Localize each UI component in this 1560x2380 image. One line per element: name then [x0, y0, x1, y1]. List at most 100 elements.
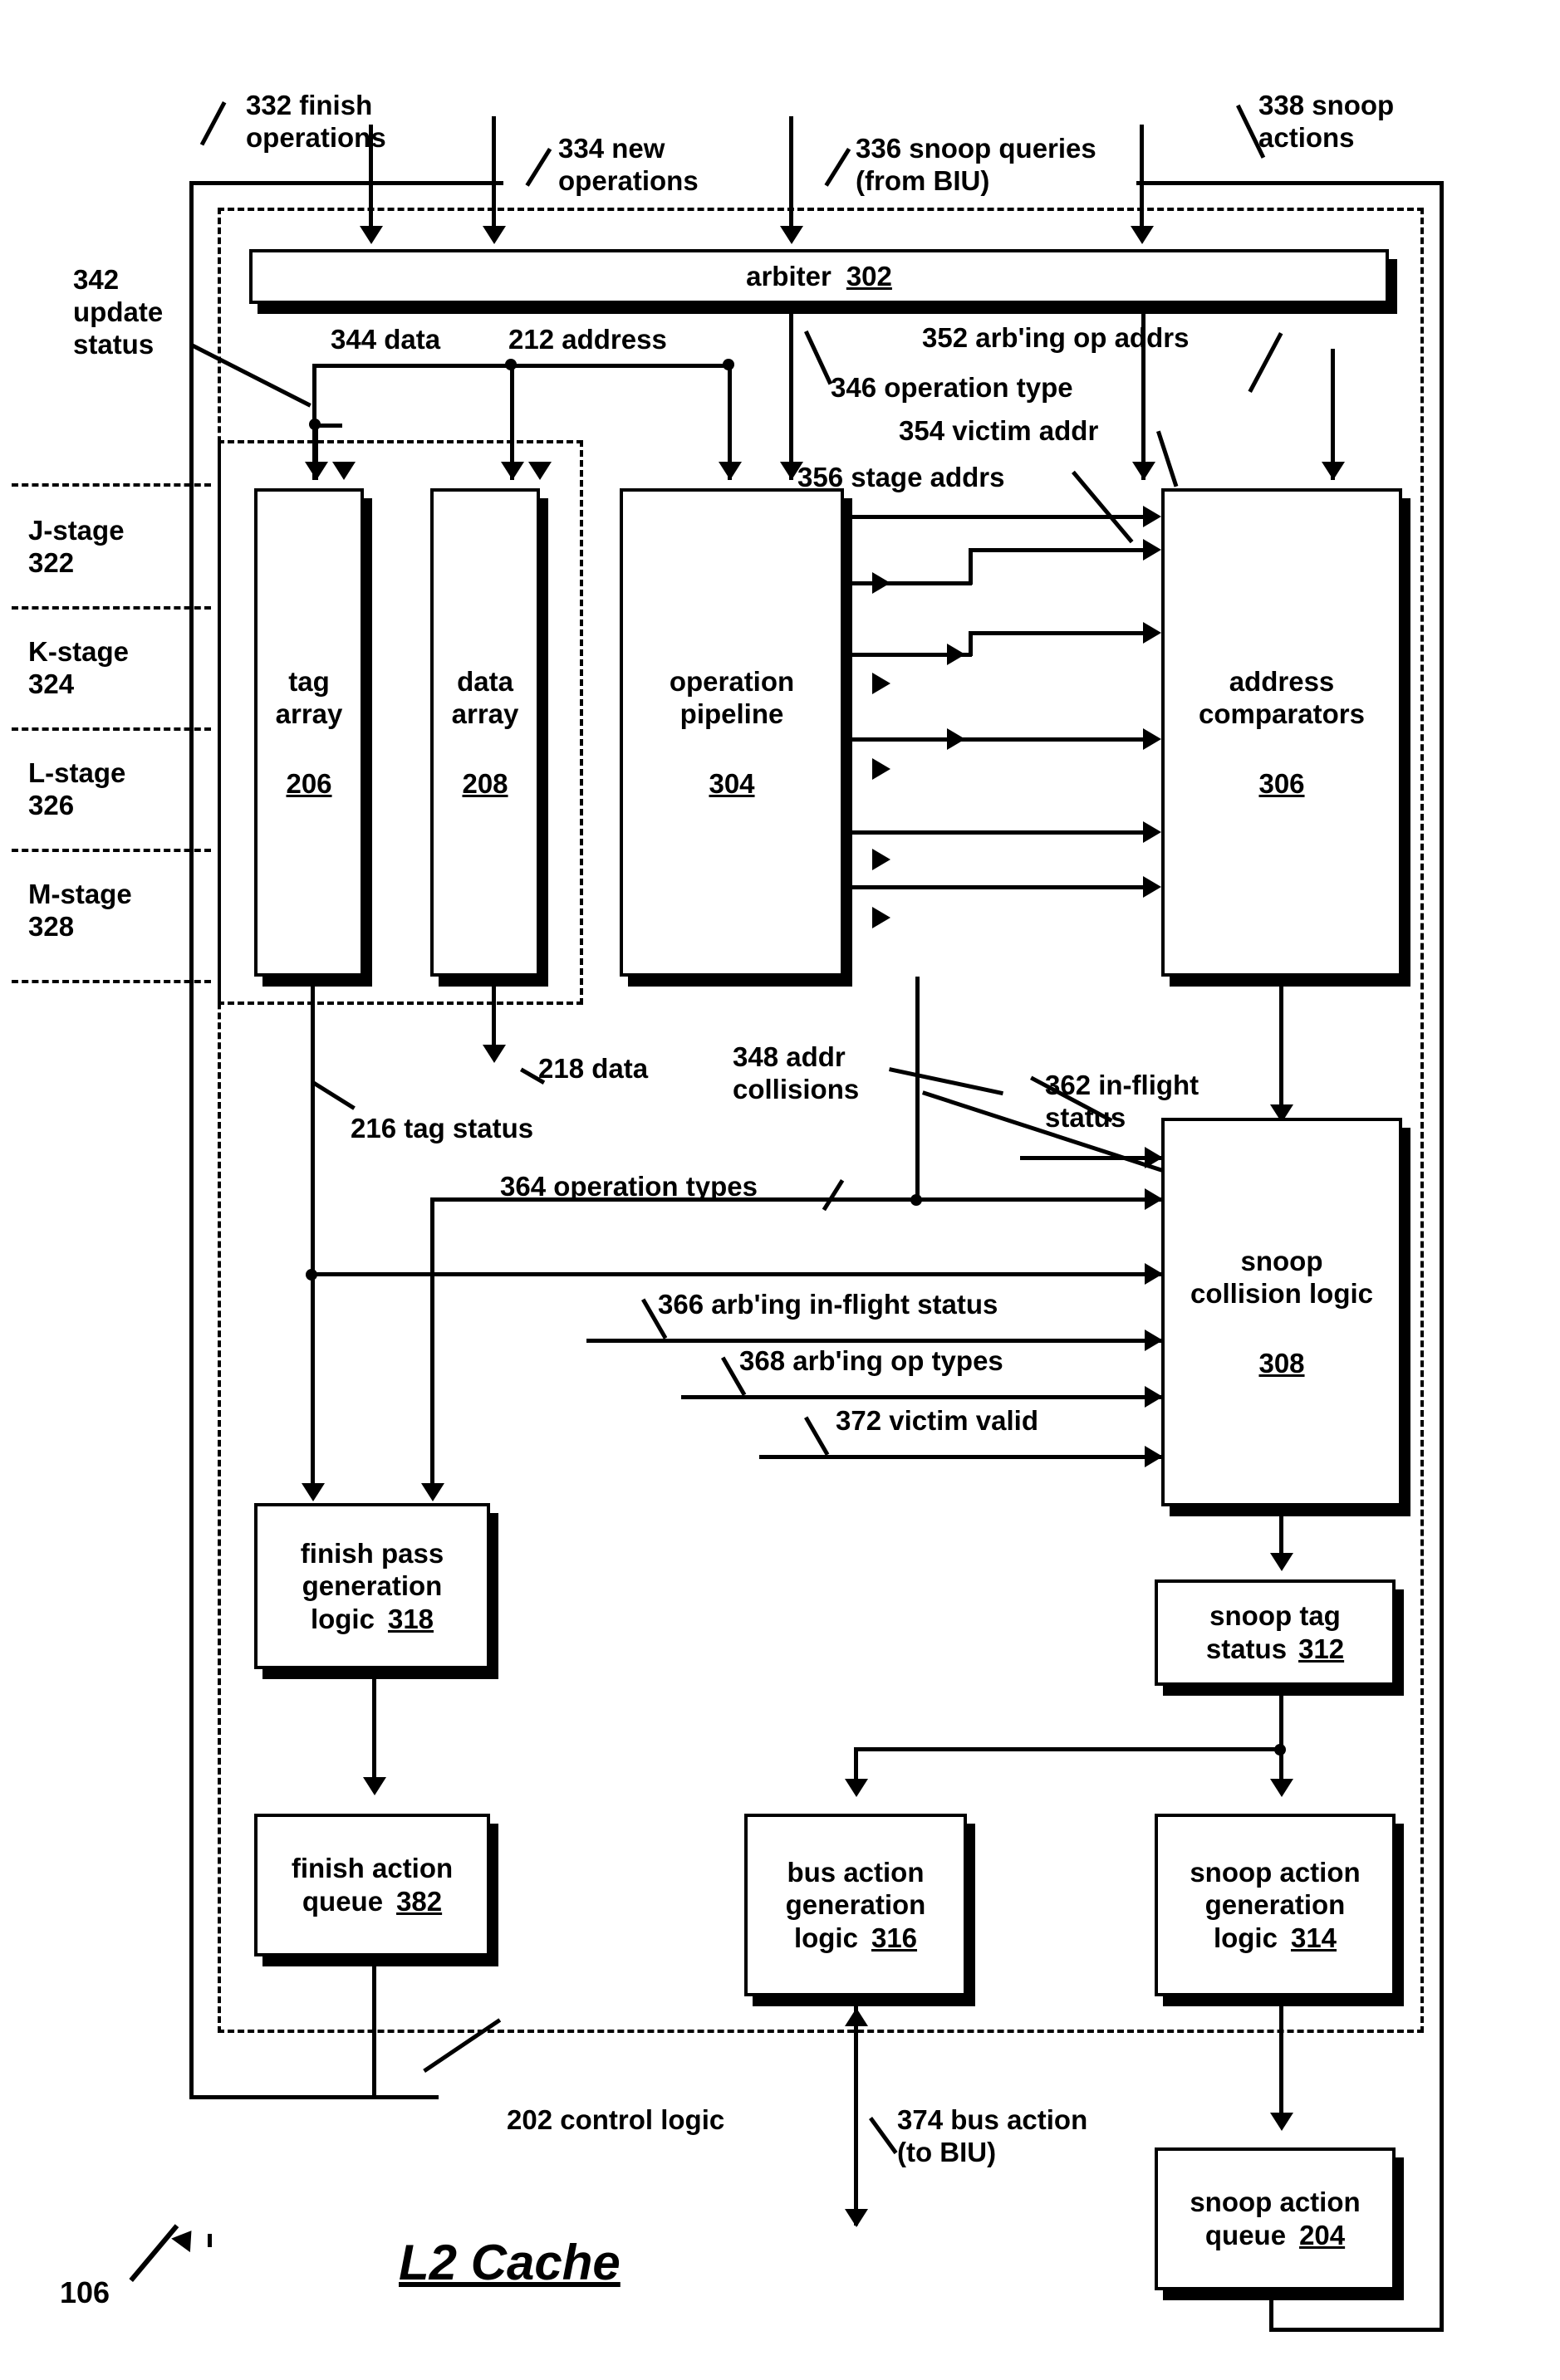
- arrowhead-332: [360, 226, 383, 244]
- block-snoop-tag-status[interactable]: snoop tag status 312: [1155, 1579, 1396, 1686]
- snoop-collision-logic-number: 308: [1258, 1347, 1305, 1379]
- block-snoop-collision-logic[interactable]: snoop collision logic 308: [1161, 1118, 1402, 1506]
- stage-addr-arrow-5b: [872, 849, 890, 870]
- arrowhead-352-cmp: [1132, 462, 1155, 480]
- snoop-action-queue-label: queue: [1204, 2220, 1287, 2250]
- figure-ref-arrow-line: [129, 2224, 179, 2282]
- figure-ref-number: 106: [60, 2275, 110, 2309]
- stage-addr-line-1: [849, 515, 1153, 519]
- bus-346-vert: [789, 307, 793, 480]
- arrow-line-338: [1140, 125, 1144, 229]
- arrowhead-218-data: [483, 1045, 506, 1063]
- block-bus-action-generation-logic[interactable]: bus action generation logic 316: [744, 1814, 967, 1996]
- block-finish-action-queue[interactable]: finish action queue 382: [254, 1814, 490, 1956]
- block-data-array[interactable]: data array 208: [430, 488, 540, 977]
- arrowhead-216: [302, 1483, 325, 1501]
- arrowhead-212-pipe: [719, 462, 742, 480]
- stage-addr-arrow-4b: [947, 728, 965, 750]
- block-snoop-action-generation-logic[interactable]: snoop action generation logic 314: [1155, 1814, 1396, 1996]
- outer-left-edge: [189, 181, 194, 2099]
- label-374-bus-action: 374 bus action (to BIU): [897, 2104, 1088, 2167]
- outer-top-left: [189, 181, 503, 185]
- snoop-action-gen-number: 314: [1290, 1922, 1337, 1953]
- junction-344: [505, 359, 517, 370]
- snoop-action-queue-number: 204: [1299, 2220, 1346, 2250]
- snoop-collision-logic-label: snoop collision logic: [1190, 1245, 1374, 1310]
- label-352-arbing-op-addrs: 352 arb'ing op addrs: [922, 322, 1190, 353]
- block-arbiter[interactable]: arbiter 302: [249, 249, 1389, 304]
- finish-pass-line1: finish pass: [300, 1537, 444, 1569]
- snoop-action-queue-line1: snoop action: [1190, 2187, 1361, 2218]
- stage-divider-top: [12, 483, 211, 487]
- arrowhead-finishpass-to-queue: [363, 1777, 386, 1795]
- stage-addr-arrow-6: [1143, 876, 1161, 898]
- label-218-data: 218 data: [538, 1053, 649, 1084]
- stage-addr-line-5: [849, 830, 1153, 835]
- stage-addr-line-6: [849, 885, 1153, 889]
- line-finish-queue-out: [372, 1956, 376, 2098]
- label-372-victim-valid: 372 victim valid: [836, 1405, 1038, 1436]
- bus-352-vert: [1141, 307, 1145, 480]
- arrowhead-212-data2: [528, 462, 552, 480]
- junction-342: [309, 419, 321, 430]
- arrowhead-212-data: [501, 462, 524, 480]
- block-snoop-action-queue[interactable]: snoop action queue 204: [1155, 2147, 1396, 2290]
- snoop-action-gen-line1: snoop action: [1190, 1856, 1361, 1888]
- data-array-label: data array: [451, 665, 519, 730]
- data-array-number: 208: [462, 767, 508, 799]
- arrow-line-336: [789, 116, 793, 229]
- snoop-tag-status-number: 312: [1298, 1633, 1345, 1664]
- arrowhead-336: [780, 226, 803, 244]
- arbiter-label: arbiter: [746, 261, 832, 292]
- bus-344-horizontal: [312, 364, 513, 368]
- label-216-tag-status: 216 tag status: [351, 1113, 534, 1143]
- line-tagstatus-down: [1279, 1686, 1283, 1782]
- stage-addr-arrow-5: [1143, 821, 1161, 843]
- stage-addr-arrow-6b: [872, 907, 890, 928]
- leader-334: [525, 148, 552, 187]
- operation-pipeline-label: operation pipeline: [669, 665, 795, 730]
- line-snoopgen-to-queue: [1279, 1996, 1283, 2118]
- bus-action-label: logic: [793, 1922, 858, 1953]
- arrowhead-tagstatus-snoop: [1270, 1779, 1293, 1797]
- arrowhead-364: [1145, 1188, 1163, 1210]
- outer-right-edge: [1440, 181, 1444, 2332]
- block-tag-array[interactable]: tag array 206: [254, 488, 364, 977]
- bus-action-line1: bus action: [787, 1856, 925, 1888]
- finish-action-queue-line1: finish action: [291, 1853, 454, 1884]
- leader-332: [199, 101, 227, 146]
- snoop-action-gen-label: logic: [1213, 1922, 1278, 1953]
- stage-addr-line-2h: [849, 581, 972, 585]
- tag-array-label: tag array: [275, 665, 343, 730]
- stage-addr-arrow-2b: [872, 572, 890, 594]
- stage-addr-arrow-4: [1143, 728, 1161, 750]
- label-332-finish-operations: 332 finish operations: [246, 90, 386, 153]
- bus-354-vert: [1331, 349, 1335, 480]
- stage-addr-arrow-4c: [872, 758, 890, 780]
- label-202-control-logic: 202 control logic: [507, 2104, 725, 2135]
- label-342-update-status: 342 update status: [73, 264, 164, 360]
- stage-addr-line-3t: [969, 631, 1153, 635]
- arrowhead-346-pipe: [780, 462, 803, 480]
- label-346-operation-type: 346 operation type: [831, 372, 1073, 403]
- stage-divider-bottom: [12, 980, 211, 983]
- arrowhead-374-down: [845, 2209, 868, 2227]
- block-operation-pipeline[interactable]: operation pipeline 304: [620, 488, 844, 977]
- arrow-line-332: [369, 125, 373, 229]
- snoop-tag-status-line2: status 312: [1206, 1633, 1344, 1666]
- block-finish-pass-generation-logic[interactable]: finish pass generation logic 318: [254, 1503, 490, 1669]
- stage-divider-lm: [12, 849, 211, 852]
- address-comparators-number: 306: [1258, 767, 1305, 799]
- label-336-snoop-queries: 336 snoop queries (from BIU): [856, 133, 1096, 196]
- finish-pass-line3: logic 318: [311, 1603, 434, 1636]
- finish-action-queue-label: queue: [302, 1886, 384, 1917]
- arrowhead-tagstatus-bus: [845, 1779, 868, 1797]
- finish-pass-label: logic: [310, 1603, 375, 1634]
- snoop-action-gen-line2: generation: [1204, 1889, 1346, 1921]
- block-address-comparators[interactable]: address comparators 306: [1161, 488, 1402, 977]
- line-372: [759, 1455, 1161, 1459]
- leader-374: [869, 2117, 898, 2155]
- stage-addr-arrow-3c: [872, 673, 890, 694]
- arrowhead-354-cmp: [1322, 462, 1345, 480]
- figure-title: L2 Cache: [399, 2235, 621, 2290]
